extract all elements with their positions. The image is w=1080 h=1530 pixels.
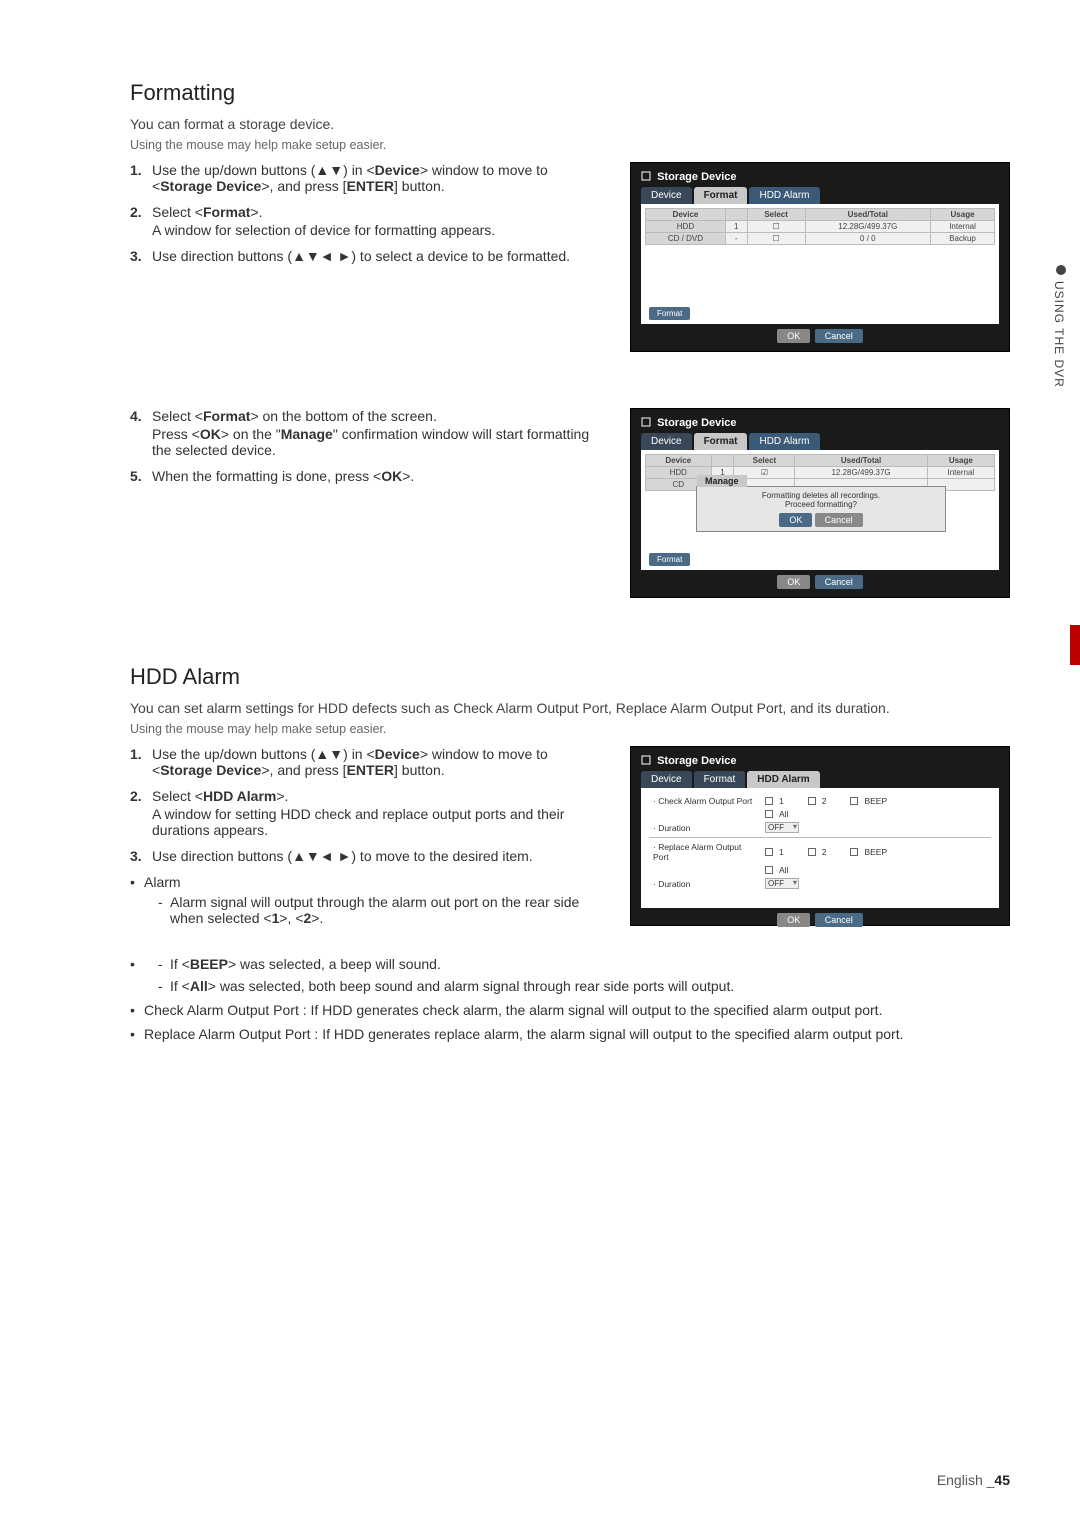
checkbox-2[interactable] [808,797,816,805]
format-button[interactable]: Format [649,553,690,566]
format-button[interactable]: Format [649,307,690,320]
ok-button[interactable]: OK [777,329,810,343]
screenshot-format-list: Storage Device Device Format HDD Alarm D… [630,162,1010,352]
screenshot-format-confirm: Storage Device Device Format HDD Alarm D… [630,408,1010,598]
dash-2: If <BEEP> was selected, a beep will soun… [158,956,1010,972]
bullet-replace-port: Replace Alarm Output Port : If HDD gener… [130,1026,1010,1042]
dash-continued: If <BEEP> was selected, a beep will soun… [130,956,1010,994]
tab-device[interactable]: Device [641,771,692,788]
device-table: Device Select Used/TotalUsage HDD1☐ 12.2… [645,208,995,245]
side-tab-label: USING THE DVR [1052,265,1066,445]
table-row[interactable]: HDD1☐ 12.28G/499.37GInternal [646,221,995,233]
popup-title: Manage [697,475,747,487]
dash-3: If <All> was selected, both beep sound a… [158,978,1010,994]
duration-select[interactable]: OFF [765,878,799,889]
cancel-button[interactable]: Cancel [815,913,863,927]
window-title: Storage Device [637,169,1003,187]
section-title-hdd-alarm: HDD Alarm [130,664,1010,690]
window-title: Storage Device [637,753,1003,771]
bullet-alarm: Alarm Alarm signal will output through t… [130,874,612,926]
step-5: 5. When the formatting is done, press <O… [130,468,612,484]
side-accent [1070,625,1080,665]
tab-device[interactable]: Device [641,433,692,450]
popup-ok-button[interactable]: OK [779,513,812,527]
intro-hdd-alarm: You can set alarm settings for HDD defec… [130,700,1010,716]
tab-format-active[interactable]: Format [694,187,748,204]
bullet-check-port: Check Alarm Output Port : If HDD generat… [130,1002,1010,1018]
tab-hdd-alarm[interactable]: HDD Alarm [749,187,819,204]
popup-msg-2: Proceed formatting? [701,500,941,509]
checkbox-all[interactable] [765,810,773,818]
hint-formatting: Using the mouse may help make setup easi… [130,138,1010,152]
step-1: 1. Use the up/down buttons (▲▼) in <Devi… [130,162,612,194]
ok-button[interactable]: OK [777,575,810,589]
tab-device[interactable]: Device [641,187,692,204]
tab-format-active[interactable]: Format [694,433,748,450]
section-title-formatting: Formatting [130,80,1010,106]
tab-hdd-alarm-active[interactable]: HDD Alarm [747,771,819,788]
label-replace-alarm: · Replace Alarm Output Port [649,842,759,862]
label-duration: · Duration [649,823,759,833]
label-check-alarm: · Check Alarm Output Port [649,796,759,806]
step-4: 4. Select <Format> on the bottom of the … [130,408,612,458]
step-1: 1. Use the up/down buttons (▲▼) in <Devi… [130,746,612,778]
popup-cancel-button[interactable]: Cancel [815,513,863,527]
popup-msg-1: Formatting deletes all recordings. [701,491,941,500]
checkbox-1[interactable] [765,797,773,805]
page-footer: English _45 [937,1472,1010,1488]
bullet-icon [1056,265,1066,275]
cancel-button[interactable]: Cancel [815,329,863,343]
confirm-popup: Manage Formatting deletes all recordings… [696,486,946,532]
screenshot-hdd-alarm: Storage Device Device Format HDD Alarm ·… [630,746,1010,926]
table-row[interactable]: CD / DVD-☐ 0 / 0Backup [646,233,995,245]
checkbox-1[interactable] [765,848,773,856]
tab-format[interactable]: Format [694,771,746,788]
duration-select[interactable]: OFF [765,822,799,833]
step-2: 2. Select <HDD Alarm>. A window for sett… [130,788,612,838]
step-3: 3. Use direction buttons (▲▼◄ ►) to move… [130,848,612,864]
label-duration: · Duration [649,879,759,889]
dash-1: Alarm signal will output through the ala… [158,894,612,926]
checkbox-all[interactable] [765,866,773,874]
cancel-button[interactable]: Cancel [815,575,863,589]
checkbox-beep[interactable] [850,848,858,856]
ok-button[interactable]: OK [777,913,810,927]
checkbox-beep[interactable] [850,797,858,805]
window-title: Storage Device [637,415,1003,433]
hint-hdd-alarm: Using the mouse may help make setup easi… [130,722,1010,736]
tab-hdd-alarm[interactable]: HDD Alarm [749,433,819,450]
side-tab: USING THE DVR [1036,265,1080,445]
step-3: 3. Use direction buttons (▲▼◄ ►) to sele… [130,248,612,264]
checkbox-2[interactable] [808,848,816,856]
intro-formatting: You can format a storage device. [130,116,1010,132]
step-2: 2. Select <Format>. A window for selecti… [130,204,612,238]
